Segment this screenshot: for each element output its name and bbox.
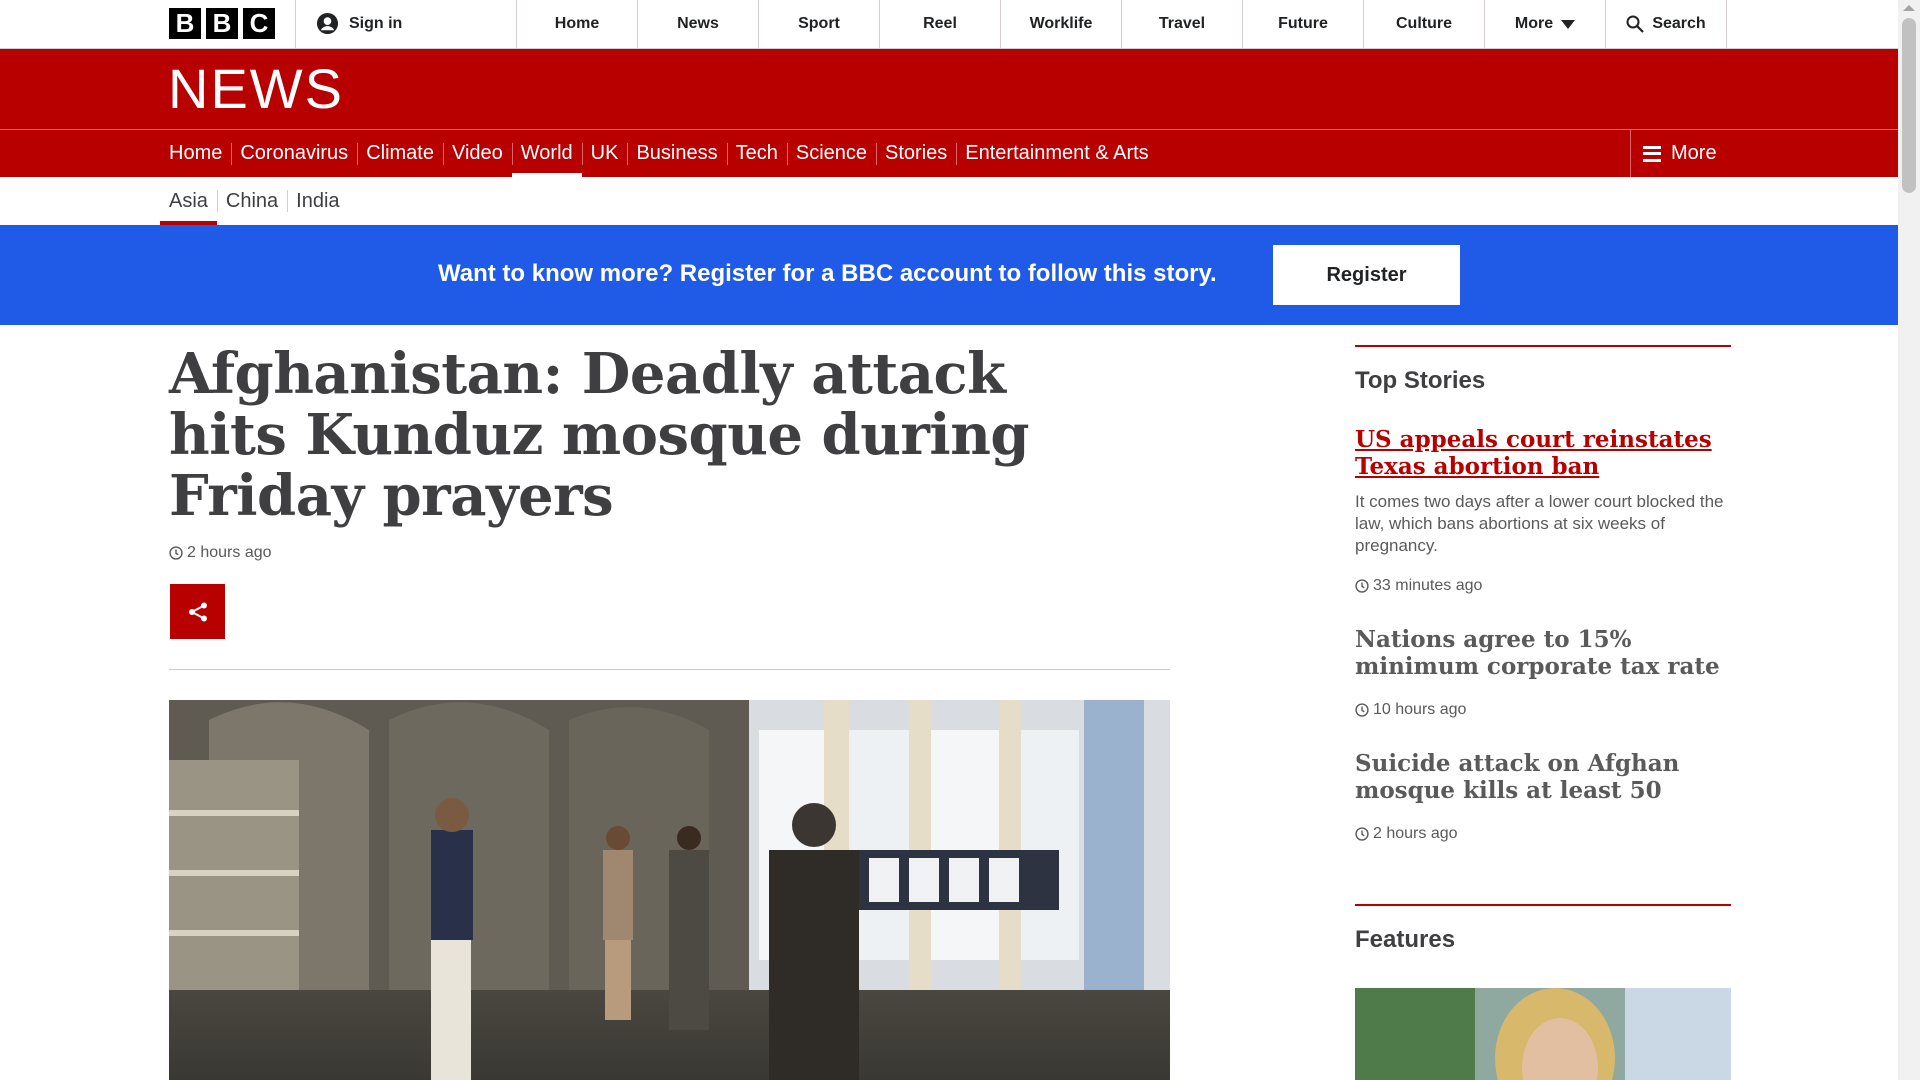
hamburger-icon [1643,145,1661,162]
news-nav-science[interactable]: Science [786,130,876,177]
top-story-time-label: 10 hours ago [1373,701,1467,718]
top-story-title-3[interactable]: Suicide attack on Afghan mosque kills at… [1355,750,1740,804]
features-rule [1355,904,1731,906]
article-timestamp: 2 hours ago [169,544,272,562]
global-nav-sport[interactable]: Sport [758,0,879,48]
news-wordmark[interactable]: NEWS [168,61,344,117]
global-search-button[interactable]: Search [1605,0,1727,48]
top-stories-heading: Top Stories [1355,367,1486,394]
bbc-logo-letter: B [206,8,238,39]
news-nav-business[interactable]: Business [627,130,726,177]
search-label: Search [1652,15,1706,32]
article-time-label: 2 hours ago [187,544,272,561]
top-story-summary-1: It comes two days after a lower court bl… [1355,492,1724,555]
divider [295,0,296,48]
global-nav-news[interactable]: News [637,0,758,48]
global-nav-reel[interactable]: Reel [879,0,1000,48]
global-nav-travel[interactable]: Travel [1121,0,1242,48]
bbc-logo-letter: C [243,8,275,39]
top-story-title-1[interactable]: US appeals court reinstates Texas aborti… [1355,426,1740,480]
news-nav-entertainment-arts[interactable]: Entertainment & Arts [956,130,1157,177]
bbc-logo[interactable]: B B C [169,8,275,39]
clock-icon [1355,579,1369,593]
subnav-india[interactable]: India [287,178,348,225]
features-heading: Features [1355,926,1456,953]
share-button[interactable] [170,584,225,639]
page-scrollbar[interactable] [1898,0,1920,1080]
global-nav-worklife[interactable]: Worklife [1000,0,1121,48]
sign-in-link[interactable]: Sign in [316,12,402,35]
mosque-interior-photo [169,700,1170,1080]
register-button[interactable]: Register [1273,245,1460,305]
top-story-time-3: 2 hours ago [1355,825,1458,843]
news-nav-more-button[interactable]: More [1630,130,1743,177]
world-subnav: Asia China India [160,178,349,225]
global-nav: Home News Sport Reel Worklife Travel Fut… [516,0,1727,48]
search-icon [1626,15,1645,33]
top-story-time-1: 33 minutes ago [1355,577,1482,595]
global-nav-more-button[interactable]: More [1484,0,1605,48]
scroll-up-icon[interactable] [1903,5,1915,11]
clock-icon [1355,703,1369,717]
top-story-time-label: 33 minutes ago [1373,577,1483,594]
global-nav-future[interactable]: Future [1242,0,1363,48]
news-nav: Home Coronavirus Climate Video World UK … [0,130,1898,177]
news-nav-uk[interactable]: UK [581,130,628,177]
article-hero-image[interactable] [169,700,1170,1080]
news-nav-video[interactable]: Video [442,130,512,177]
share-icon [188,602,207,621]
scrollbar-thumb[interactable] [1902,18,1916,193]
sign-in-label: Sign in [349,14,403,32]
subnav-asia[interactable]: Asia [160,178,217,225]
top-story-time-2: 10 hours ago [1355,701,1466,719]
news-nav-climate[interactable]: Climate [357,130,443,177]
top-stories-rule [1355,345,1731,347]
news-nav-coronavirus[interactable]: Coronavirus [231,130,357,177]
subnav-china[interactable]: China [216,178,287,225]
clock-icon [1355,827,1369,841]
top-story-time-label: 2 hours ago [1373,825,1458,842]
global-bbc-bar: B B C Sign in Home News Sport Reel Workl… [0,0,1898,49]
user-icon [316,12,339,35]
bbc-logo-letter: B [169,8,201,39]
news-nav-home[interactable]: Home [160,130,231,177]
news-nav-stories[interactable]: Stories [876,130,956,177]
news-nav-more-label: More [1671,142,1717,164]
global-nav-home[interactable]: Home [516,0,637,48]
register-banner: Want to know more? Register for a BBC ac… [0,225,1898,325]
feature-photo [1355,988,1731,1080]
news-masthead: NEWS [0,49,1898,129]
clock-icon [169,546,183,560]
divider [169,669,1170,670]
global-nav-culture[interactable]: Culture [1363,0,1484,48]
top-story-title-2[interactable]: Nations agree to 15% minimum corporate t… [1355,626,1740,680]
news-nav-tech[interactable]: Tech [726,130,787,177]
global-nav-more-label: More [1514,15,1554,32]
banner-text: Want to know more? Register for a BBC ac… [438,260,1217,287]
news-nav-world[interactable]: World [511,130,582,177]
chevron-down-icon [1561,19,1576,29]
article-headline: Afghanistan: Deadly attack hits Kunduz m… [169,341,1030,529]
feature-image[interactable] [1355,988,1731,1080]
